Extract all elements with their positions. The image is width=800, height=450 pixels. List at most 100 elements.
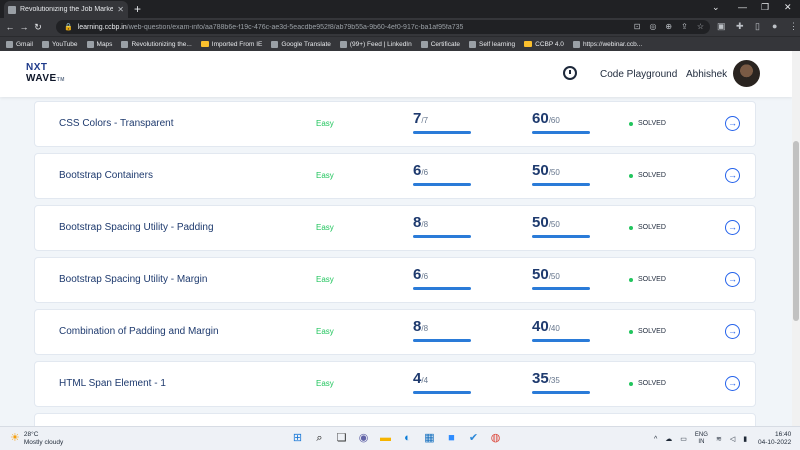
clock[interactable]: 16:40 04-10-2022 — [758, 431, 791, 447]
attempts-score: 7/7 — [413, 110, 471, 134]
attempts-total: /8 — [421, 324, 429, 333]
folder-icon — [200, 41, 209, 47]
minimize-icon[interactable]: — — [738, 2, 747, 12]
nxtwave-logo[interactable]: NXT WAVETM — [26, 62, 65, 86]
question-row[interactable]: HTML Span Element - 1 Easy 4/4 35/35 SOLVED → — [34, 361, 756, 407]
question-row[interactable]: Bootstrap Containers Easy 6/6 50/50 SOLVED → — [34, 153, 756, 199]
bookmark-item[interactable]: Certificate — [420, 40, 460, 48]
bookmark-item[interactable]: Maps — [86, 40, 112, 48]
collapse-icon[interactable]: ⌄ — [712, 2, 720, 13]
battery-icon[interactable]: ▭ — [680, 435, 687, 443]
attempts-progress-bar — [413, 391, 471, 394]
close-window-icon[interactable]: ✕ — [784, 2, 792, 13]
windows-taskbar: ☀ 28°C Mostly cloudy ⊞ ⌕ ❏ ◉ ▬ ◐ ▦ ■ ✔ ◍… — [0, 426, 800, 450]
attempts-progress-bar — [413, 183, 471, 186]
attempts-total: /6 — [421, 168, 429, 177]
weather-widget[interactable]: ☀ 28°C Mostly cloudy — [10, 431, 63, 447]
chrome-icon[interactable]: ◍ — [488, 431, 503, 446]
site-favicon-icon — [8, 5, 16, 14]
forward-icon[interactable]: → — [17, 22, 31, 32]
bookmark-item[interactable]: Google Translate — [271, 40, 331, 48]
points-progress-bar — [532, 287, 590, 290]
file-explorer-icon[interactable]: ▬ — [378, 431, 393, 446]
question-title[interactable]: Bootstrap Spacing Utility - Padding — [59, 222, 214, 233]
status-badge: SOLVED — [629, 380, 666, 387]
extension-icon[interactable]: ▣ — [717, 21, 726, 32]
tab-title: Revolutionizing the Job Market | NxtWave — [20, 6, 114, 13]
side-panel-icon[interactable]: ▯ — [755, 21, 760, 32]
status-badge: SOLVED — [629, 172, 666, 179]
maximize-icon[interactable]: ❐ — [761, 2, 769, 13]
question-title[interactable]: HTML Span Element - 1 — [59, 378, 166, 389]
install-app-icon[interactable]: ⊡ — [634, 20, 641, 34]
question-title[interactable]: Bootstrap Containers — [59, 170, 153, 181]
avatar[interactable] — [733, 60, 760, 87]
url-path: /web-question/exam-info/aa788b6e-f19c-47… — [126, 23, 464, 31]
teams-chat-icon[interactable]: ◉ — [356, 431, 371, 446]
question-list: CSS Colors - Transparent Easy 7/7 60/60 SOLV… — [34, 101, 756, 426]
profile-icon[interactable]: ● — [772, 21, 777, 31]
edge-icon[interactable]: ◐ — [400, 431, 415, 446]
timer-icon[interactable] — [563, 66, 577, 80]
bookmark-item[interactable]: CCBP 4.0 — [524, 41, 564, 48]
open-question-arrow-icon[interactable]: → — [725, 116, 740, 131]
bookmark-item[interactable]: Gmail — [6, 40, 33, 48]
browser-tab[interactable]: Revolutionizing the Job Market | NxtWave… — [4, 1, 128, 18]
bookmark-item[interactable]: Imported From IE — [200, 41, 262, 48]
store-icon[interactable]: ▦ — [422, 431, 437, 446]
tray-chevron-icon[interactable]: ^ — [654, 436, 657, 443]
task-view-icon[interactable]: ❏ — [334, 431, 349, 446]
question-row[interactable]: CSS Colors - Transparent Easy 7/7 60/60 SOLV… — [34, 101, 756, 147]
extensions-puzzle-icon[interactable]: ✚ — [736, 21, 744, 32]
scrollbar-thumb[interactable] — [793, 141, 799, 321]
google-lens-icon[interactable]: ◎ — [649, 20, 656, 34]
question-title[interactable]: Combination of Padding and Margin — [59, 326, 219, 337]
open-question-arrow-icon[interactable]: → — [725, 168, 740, 183]
open-question-arrow-icon[interactable]: → — [725, 220, 740, 235]
open-question-arrow-icon[interactable]: → — [725, 324, 740, 339]
bookmark-item[interactable]: https://webinar.ccb... — [572, 40, 642, 48]
bookmark-item[interactable]: Revolutionizing the... — [121, 40, 192, 48]
status-dot-icon — [629, 121, 633, 126]
bookmark-item[interactable]: (99+) Feed | LinkedIn — [339, 40, 412, 48]
bookmark-label: Self learning — [479, 40, 516, 48]
wifi-icon[interactable]: ≋ — [716, 435, 722, 443]
question-row[interactable]: Bootstrap Spacing Utility - Margin Easy 6/… — [34, 257, 756, 303]
status-badge: SOLVED — [629, 276, 666, 283]
reload-icon[interactable]: ↻ — [31, 22, 45, 33]
zoom-app-icon[interactable]: ■ — [444, 431, 459, 446]
question-row-partial[interactable] — [34, 413, 756, 426]
url-input[interactable]: 🔒 learning.ccbp.in /web-question/exam-in… — [56, 20, 710, 34]
code-playground-link[interactable]: Code Playground — [600, 69, 677, 80]
windows-start-icon[interactable]: ⊞ — [290, 431, 305, 446]
new-tab-button[interactable]: + — [134, 2, 141, 16]
username[interactable]: Abhishek — [686, 69, 727, 80]
status-text: SOLVED — [638, 276, 666, 283]
volume-icon[interactable]: ◁ — [730, 435, 735, 443]
back-icon[interactable]: ← — [3, 22, 17, 32]
bookmark-item[interactable]: Self learning — [469, 40, 516, 48]
onedrive-icon[interactable]: ☁ — [665, 435, 672, 443]
bookmark-star-icon[interactable]: ☆ — [697, 20, 704, 34]
open-question-arrow-icon[interactable]: → — [725, 272, 740, 287]
logo-tm: TM — [56, 77, 65, 83]
question-row[interactable]: Bootstrap Spacing Utility - Padding Easy 8… — [34, 205, 756, 251]
site-icon — [420, 40, 428, 48]
language-indicator[interactable]: ENG IN — [695, 432, 708, 446]
share-icon[interactable]: ⇪ — [681, 20, 688, 34]
question-title[interactable]: CSS Colors - Transparent — [59, 118, 174, 129]
zoom-icon[interactable]: ⊕ — [665, 20, 672, 34]
question-row[interactable]: Combination of Padding and Margin Easy 8/8… — [34, 309, 756, 355]
bookmark-item[interactable]: YouTube — [41, 40, 78, 48]
search-icon[interactable]: ⌕ — [312, 431, 327, 446]
points-total: /50 — [548, 220, 560, 229]
todo-icon[interactable]: ✔ — [466, 431, 481, 446]
menu-kebab-icon[interactable]: ⋮ — [789, 21, 798, 32]
weather-text: Mostly cloudy — [23, 439, 64, 446]
power-icon[interactable]: ▮ — [743, 435, 747, 443]
open-question-arrow-icon[interactable]: → — [725, 376, 740, 391]
question-title[interactable]: Bootstrap Spacing Utility - Margin — [59, 274, 207, 285]
status-badge: SOLVED — [629, 120, 666, 127]
close-tab-icon[interactable]: ✕ — [117, 5, 124, 14]
page-scrollbar[interactable] — [792, 51, 800, 426]
